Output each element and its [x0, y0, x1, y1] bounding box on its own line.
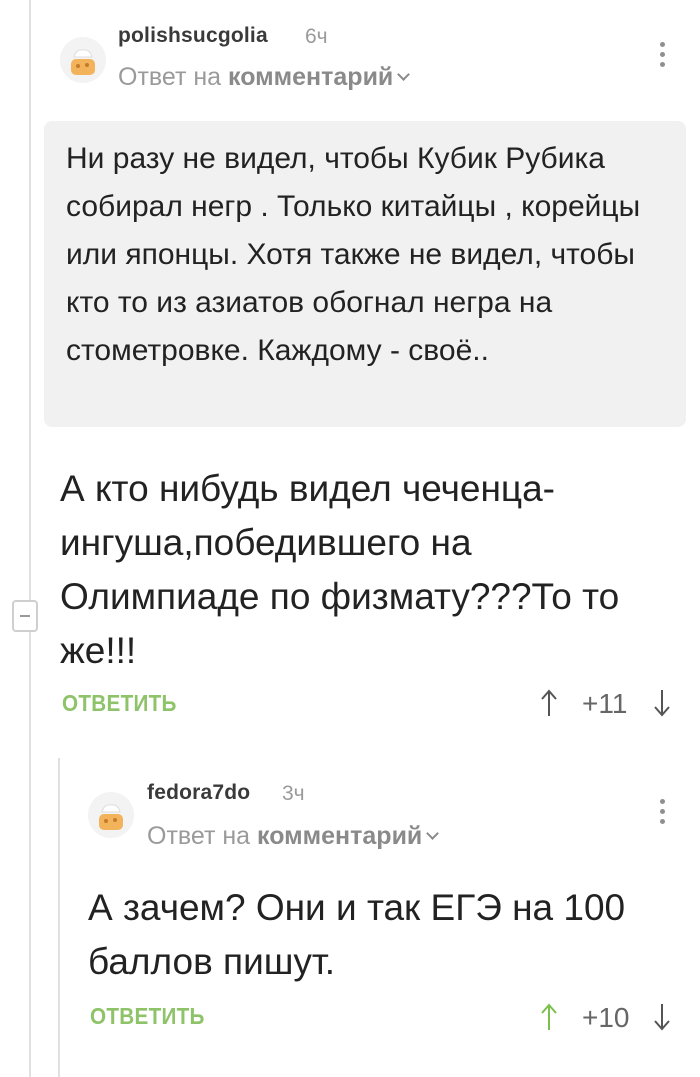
reply-to-link[interactable]: Ответ на комментарий: [147, 822, 440, 851]
avatar[interactable]: [88, 792, 134, 838]
reply-button[interactable]: ОТВЕТИТЬ: [90, 1003, 205, 1030]
quoted-comment: Ни разу не видел, чтобы Кубик Рубика соб…: [44, 121, 686, 427]
reply-to-target[interactable]: комментарий: [228, 63, 393, 91]
collapse-thread-button[interactable]: [12, 600, 38, 632]
username[interactable]: polishsucgolia: [118, 24, 268, 48]
avatar-placeholder-icon: [60, 37, 106, 83]
quote-text: Ни разу не видел, чтобы Кубик Рубика соб…: [66, 142, 641, 367]
arrow-down-icon[interactable]: [652, 688, 672, 718]
reply-to-link[interactable]: Ответ на комментарий: [118, 63, 411, 92]
reply-button[interactable]: ОТВЕТИТЬ: [62, 690, 177, 717]
reply-thread-line: [58, 758, 60, 1077]
username[interactable]: fedora7do: [147, 781, 250, 805]
score: +10: [582, 1002, 630, 1033]
arrow-up-icon[interactable]: [539, 688, 559, 718]
comment-text: А кто нибудь видел чеченца-ингуша,победи…: [60, 468, 620, 671]
comment-time: 3ч: [282, 782, 305, 805]
reply-to-prefix: Ответ на: [118, 63, 222, 91]
comment-time: 6ч: [305, 25, 328, 48]
chevron-down-icon[interactable]: [426, 827, 440, 840]
chevron-down-icon[interactable]: [397, 68, 411, 81]
score: +11: [582, 688, 628, 719]
more-vertical-icon[interactable]: [657, 42, 667, 72]
reply-to-target[interactable]: комментарий: [257, 822, 422, 850]
avatar-placeholder-icon: [88, 792, 134, 838]
arrow-up-icon[interactable]: [539, 1002, 559, 1032]
avatar[interactable]: [60, 37, 106, 83]
more-vertical-icon[interactable]: [657, 799, 667, 829]
comment-text: А зачем? Они и так ЕГЭ на 100 баллов пиш…: [88, 887, 626, 982]
reply-to-prefix: Ответ на: [147, 822, 251, 850]
arrow-down-icon[interactable]: [652, 1002, 672, 1032]
thread-line: [29, 0, 31, 1077]
